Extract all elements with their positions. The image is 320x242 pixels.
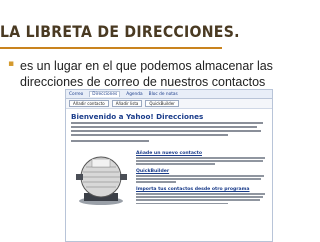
tab-mail[interactable]: Correo <box>69 92 83 97</box>
intro-text-block <box>71 122 267 144</box>
import-contacts-link[interactable]: Importa tus contactos desde otro program… <box>136 187 268 193</box>
bullet-item: ▪ es un lugar en el que podemos almacena… <box>8 58 314 90</box>
slide-title: LA LIBRETA DE DIRECCIONES. <box>0 22 240 41</box>
tab-notepad[interactable]: Bloc de notas <box>149 92 178 97</box>
add-contact-button[interactable]: Añadir contacto <box>69 100 109 107</box>
feature-add-contact: Añade un nuevo contacto <box>136 151 268 165</box>
feature-import: Importa tus contactos desde otro program… <box>136 187 268 205</box>
address-book-screenshot: Correo Direcciones Agenda Bloc de notas … <box>65 89 273 242</box>
rolodex-icon <box>76 156 127 205</box>
bullet-icon: ▪ <box>8 59 15 69</box>
title-underline <box>0 47 222 49</box>
screenshot-body: Bienvenido a Yahoo! Direcciones Añade un… <box>66 109 272 241</box>
tab-calendar[interactable]: Agenda <box>126 92 142 97</box>
screenshot-toolbar: Añadir contacto Añadir lista QuickBuilde… <box>66 99 272 109</box>
quickbuilder-button[interactable]: QuickBuilder <box>145 100 179 107</box>
bullet-text: es un lugar en el que podemos almacenar … <box>20 59 273 89</box>
tab-addresses[interactable]: Direcciones <box>89 91 121 97</box>
feature-quickbuilder: QuickBuilder <box>136 169 268 183</box>
welcome-heading: Bienvenido a Yahoo! Direcciones <box>71 112 204 121</box>
add-list-button[interactable]: Añadir lista <box>111 100 143 107</box>
features-list: Añade un nuevo contacto QuickBuilder Imp… <box>136 151 268 208</box>
screenshot-tab-bar: Correo Direcciones Agenda Bloc de notas <box>66 90 272 99</box>
